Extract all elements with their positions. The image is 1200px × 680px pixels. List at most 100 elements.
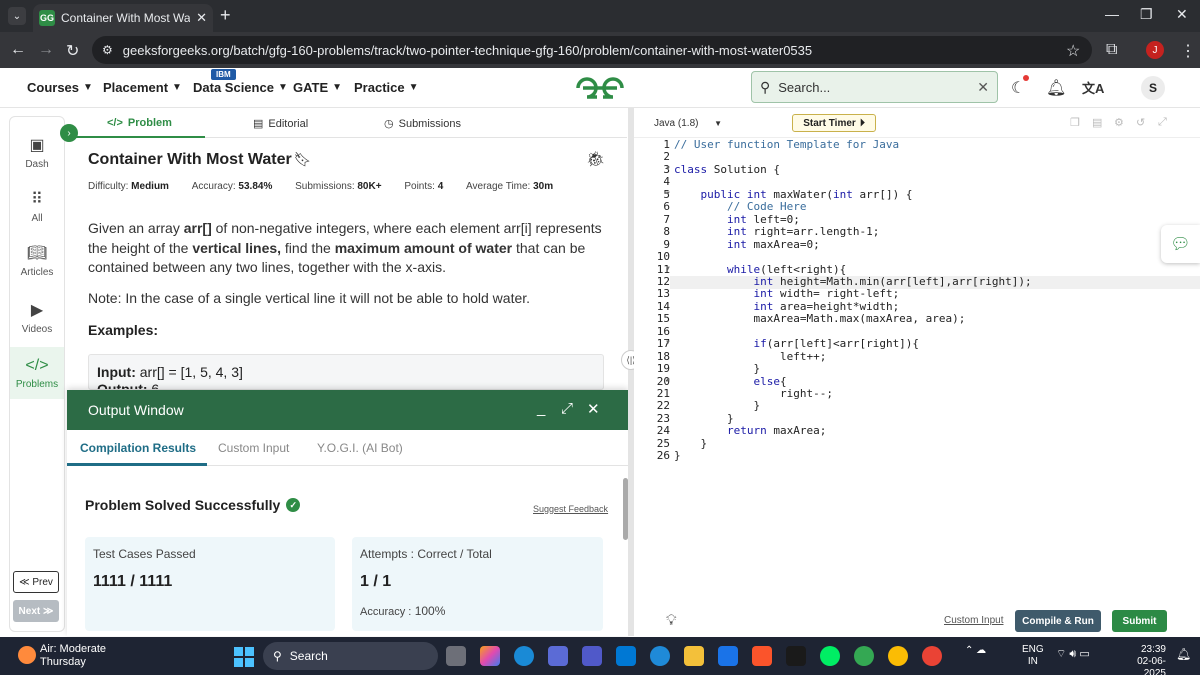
line-number: 14 xyxy=(656,299,670,313)
teams-icon[interactable] xyxy=(582,646,602,666)
lightbulb-icon[interactable]: 💡︎ xyxy=(666,612,677,629)
reset-icon[interactable]: ↺ xyxy=(1136,116,1145,129)
expand-icon[interactable]: ⤢ xyxy=(561,400,573,417)
bookmark-star-icon[interactable]: ☆ xyxy=(1066,41,1080,61)
fold-arrow-icon[interactable]: ▼ xyxy=(665,191,671,197)
settings-icon[interactable]: ⚙ xyxy=(1114,116,1124,129)
language-select[interactable]: Java (1.8) ▼ xyxy=(648,114,728,132)
minimize-icon[interactable]: — xyxy=(1105,6,1119,22)
restore-icon[interactable]: ❐ xyxy=(1140,6,1153,23)
notifications-icon[interactable]: 🔔︎ xyxy=(1176,647,1191,661)
tab-submissions[interactable]: ◷ Submissions xyxy=(384,117,461,131)
browser-tab[interactable]: GG Container With Most Water | Pr ✕ xyxy=(33,4,213,32)
next-button[interactable]: Next ≫ xyxy=(13,600,59,622)
app-icon[interactable] xyxy=(650,646,670,666)
omnibox[interactable]: ⚙ geeksforgeeks.org/batch/gfg-160-proble… xyxy=(92,36,1092,64)
report-bug-icon[interactable]: 🐞︎ xyxy=(586,150,605,168)
brave-icon[interactable] xyxy=(752,646,772,666)
close-window-icon[interactable]: ✕ xyxy=(1176,6,1188,23)
search-icon: ⚲ xyxy=(273,649,282,663)
chrome-icon[interactable] xyxy=(922,646,942,666)
terminal-icon[interactable] xyxy=(786,646,806,666)
app-icon[interactable] xyxy=(718,646,738,666)
back-icon[interactable]: ← xyxy=(10,41,26,59)
line-number: 6 xyxy=(663,200,670,214)
new-tab-button[interactable]: + xyxy=(220,5,231,26)
custom-input-link[interactable]: Custom Input xyxy=(944,615,1003,626)
suggest-feedback-link[interactable]: Suggest Feedback xyxy=(533,504,608,514)
clear-search-icon[interactable]: ✕ xyxy=(977,79,989,96)
fold-arrow-icon[interactable]: ▼ xyxy=(665,266,671,272)
sidebar-item-articles[interactable]: 📖︎ Articles xyxy=(10,243,64,278)
example-output-value: 6 xyxy=(151,381,160,390)
mail-icon[interactable] xyxy=(616,646,636,666)
forward-icon[interactable]: → xyxy=(38,41,54,59)
fold-arrow-icon[interactable]: ▼ xyxy=(665,378,671,384)
sidebar-item-all[interactable]: ⠿ All xyxy=(10,189,64,224)
line-number: 22 xyxy=(656,399,670,413)
close-icon[interactable]: ✕ xyxy=(587,400,600,418)
chrome-icon[interactable] xyxy=(854,646,874,666)
file-icon[interactable]: ▤ xyxy=(1092,116,1102,129)
line-number: 23 xyxy=(656,411,670,425)
tab-title: Container With Most Water | Pr xyxy=(61,11,191,25)
minimize-icon[interactable]: _ xyxy=(537,400,545,417)
tab-yogi-bot[interactable]: Y.O.G.I. (AI Bot) xyxy=(317,441,403,455)
url-text: geeksforgeeks.org/batch/gfg-160-problems… xyxy=(122,42,813,58)
sidebar-item-videos[interactable]: ▶ Videos xyxy=(10,300,64,335)
gfg-logo[interactable] xyxy=(575,76,625,100)
sidebar-item-label: Articles xyxy=(20,267,54,278)
nav-practice[interactable]: Practice ▼ xyxy=(354,80,419,95)
system-tray-icons[interactable]: ⌃ ☁ xyxy=(965,645,986,656)
bookmark-icon[interactable]: 🔖︎ xyxy=(294,151,312,167)
nav-courses[interactable]: Courses ▼ xyxy=(27,80,93,95)
submit-button[interactable]: Submit xyxy=(1112,610,1167,632)
fold-arrow-icon[interactable]: ▼ xyxy=(665,166,671,172)
notification-bell-icon[interactable]: 🔔︎ xyxy=(1046,78,1066,98)
user-avatar[interactable]: S xyxy=(1141,76,1165,100)
mongodb-icon[interactable] xyxy=(820,646,840,666)
fold-arrow-icon[interactable]: ▼ xyxy=(665,340,671,346)
chevron-down-icon: ▼ xyxy=(277,82,288,93)
problem-meta: Difficulty: Medium Accuracy: 53.84% Subm… xyxy=(88,181,553,192)
taskbar-search[interactable]: ⚲ Search xyxy=(263,642,438,670)
translate-icon[interactable]: 文A xyxy=(1082,78,1104,97)
windows-start-icon[interactable] xyxy=(234,647,254,667)
copilot-icon[interactable] xyxy=(480,646,500,666)
example-input: Input: arr[] = [1, 5, 4, 3] xyxy=(97,364,243,380)
network-volume-battery-icons[interactable]: ⌔ 🔊︎ ▭ xyxy=(1056,647,1090,661)
nav-data-science[interactable]: Data Science ▼ xyxy=(193,80,288,95)
site-search-input[interactable]: ⚲ Search... ✕ xyxy=(751,71,998,103)
sidebar-item-dash[interactable]: ▣ Dash xyxy=(10,135,64,170)
chat-icon[interactable]: 💬︎ xyxy=(1161,225,1200,263)
compile-run-button[interactable]: Compile & Run xyxy=(1015,610,1101,632)
nav-gate[interactable]: GATE ▼ xyxy=(293,80,342,95)
example-input-value: arr[] = [1, 5, 4, 3] xyxy=(139,364,243,380)
tab-editorial[interactable]: ▤ Editorial xyxy=(253,117,308,131)
tab-problem[interactable]: </> Problem xyxy=(107,117,172,129)
desc-text: find the xyxy=(281,239,335,256)
reload-icon[interactable]: ↻ xyxy=(66,41,79,61)
extensions-icon[interactable]: ⧉ xyxy=(1106,41,1117,59)
fullscreen-icon[interactable]: ⤢ xyxy=(1158,116,1167,129)
language-indicator[interactable]: ENG IN xyxy=(1022,644,1044,668)
chrome-icon[interactable] xyxy=(888,646,908,666)
nav-placement[interactable]: Placement ▼ xyxy=(103,80,182,95)
copy-icon[interactable]: ❐ xyxy=(1070,116,1080,129)
store-icon[interactable] xyxy=(548,646,568,666)
dark-mode-icon[interactable]: ☾ xyxy=(1011,75,1029,98)
site-info-icon[interactable]: ⚙ xyxy=(102,43,113,57)
prev-button[interactable]: ≪ Prev xyxy=(13,571,59,593)
start-timer-button[interactable]: Start Timer ⏵ xyxy=(792,114,876,132)
tab-compilation-results[interactable]: Compilation Results xyxy=(80,441,196,455)
browser-menu-icon[interactable]: ⋮ xyxy=(1180,41,1196,61)
edge-icon[interactable] xyxy=(514,646,534,666)
sidebar-item-problems[interactable]: </> Problems xyxy=(10,347,64,399)
tab-custom-input[interactable]: Custom Input xyxy=(218,441,289,455)
close-tab-icon[interactable]: ✕ xyxy=(196,10,207,26)
nav-practice-label: Practice xyxy=(354,80,405,95)
tab-search-icon[interactable]: ⌄ xyxy=(8,7,26,25)
file-explorer-icon[interactable] xyxy=(684,646,704,666)
task-view-icon[interactable] xyxy=(446,646,466,666)
profile-avatar[interactable]: J xyxy=(1146,41,1164,59)
